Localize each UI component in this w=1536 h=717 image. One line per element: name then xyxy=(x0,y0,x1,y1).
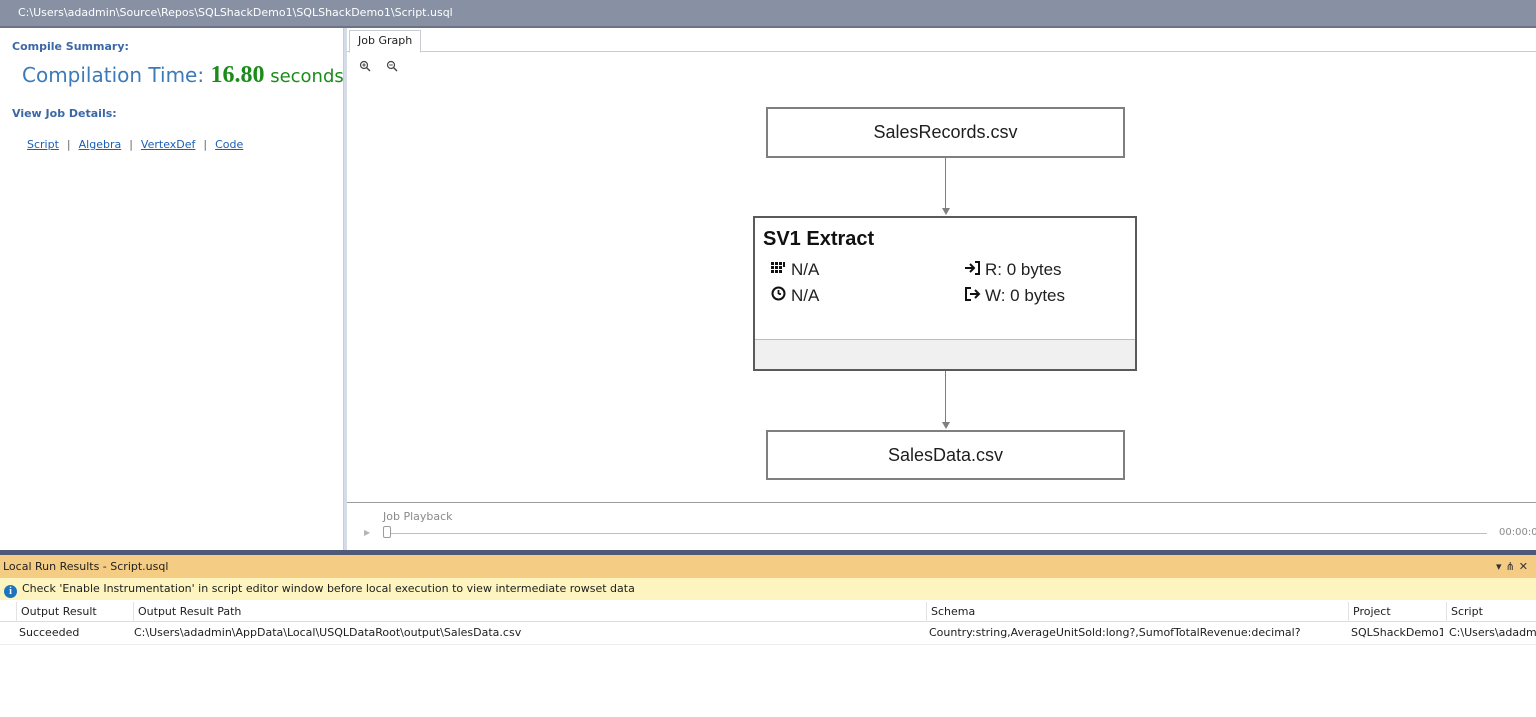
cell-script: C:\Users\adadmin xyxy=(1449,626,1536,639)
table-row[interactable]: Succeeded C:\Users\adadmin\AppData\Local… xyxy=(0,623,1536,643)
edge-arrowhead xyxy=(942,208,950,215)
panel-controls: ▾⋔✕ xyxy=(1496,555,1532,578)
clock-icon xyxy=(771,286,791,305)
window-title-path: C:\Users\adadmin\Source\Repos\SQLShackDe… xyxy=(0,0,1536,28)
job-playback-label: Job Playback xyxy=(383,510,453,523)
stage-progress-footer xyxy=(755,339,1135,369)
sign-out-icon xyxy=(965,287,985,305)
cell-output-result: Succeeded xyxy=(19,626,80,639)
pin-icon[interactable]: ⋔ xyxy=(1506,560,1519,573)
job-details-links: Script | Algebra | VertexDef | Code xyxy=(27,138,243,151)
view-job-details-label: View Job Details: xyxy=(12,107,117,120)
info-icon: i xyxy=(4,585,17,598)
play-icon[interactable]: ▶ xyxy=(364,528,370,537)
output-node-salesdata[interactable]: SalesData.csv xyxy=(766,430,1125,480)
edge-arrowhead xyxy=(942,422,950,429)
compile-summary-pane: Compile Summary: Compilation Time: 16.80… xyxy=(0,28,344,550)
close-icon[interactable]: ✕ xyxy=(1519,560,1532,573)
sign-in-icon xyxy=(965,261,985,279)
vertices-value: N/A xyxy=(791,260,820,279)
dropdown-icon[interactable]: ▾ xyxy=(1496,560,1506,573)
write-value: W: 0 bytes xyxy=(985,286,1065,305)
col-output-result-path[interactable]: Output Result Path xyxy=(133,602,923,622)
stage-read: R: 0 bytes xyxy=(965,260,1062,280)
cell-output-path[interactable]: C:\Users\adadmin\AppData\Local\USQLDataR… xyxy=(130,623,920,643)
stage-title: SV1 Extract xyxy=(763,228,875,250)
algebra-link[interactable]: Algebra xyxy=(79,138,122,151)
zoom-out-icon[interactable] xyxy=(384,60,400,76)
tab-strip: Job Graph xyxy=(347,28,1536,53)
stage-node-sv1-extract[interactable]: SV1 Extract N/A N/A R: 0 bytes W: 0 byte… xyxy=(753,216,1137,371)
link-separator: | xyxy=(66,138,71,151)
info-message: Check 'Enable Instrumentation' in script… xyxy=(22,582,635,595)
link-separator: | xyxy=(203,138,208,151)
read-value: R: 0 bytes xyxy=(985,260,1062,279)
edge-input-to-extract xyxy=(945,158,946,208)
job-graph-pane: Job Graph SalesRecords.csv SV1 Extract N… xyxy=(347,28,1536,550)
tab-job-graph[interactable]: Job Graph xyxy=(349,30,422,53)
playback-slider-thumb[interactable] xyxy=(383,526,391,538)
zoom-in-icon[interactable] xyxy=(357,60,373,76)
playback-time: 00:00:00 xyxy=(1499,527,1536,538)
compile-summary-label: Compile Summary: xyxy=(12,40,129,53)
script-link[interactable]: Script xyxy=(27,138,59,151)
input-node-salesrecords[interactable]: SalesRecords.csv xyxy=(766,107,1125,158)
vertexdef-link[interactable]: VertexDef xyxy=(141,138,195,151)
cell-schema: Country:string,AverageUnitSold:long?,Sum… xyxy=(929,626,1301,639)
compilation-time: Compilation Time: 16.80 seconds xyxy=(22,62,344,89)
time-value: N/A xyxy=(791,286,820,305)
cell-project: SQLShackDemo1 xyxy=(1351,626,1443,639)
compilation-time-label: Compilation Time: xyxy=(22,63,211,87)
compilation-time-unit: seconds xyxy=(264,66,344,87)
col-schema[interactable]: Schema xyxy=(926,602,1346,622)
link-separator: | xyxy=(129,138,133,151)
stage-vertices: N/A xyxy=(771,260,819,280)
stage-time: N/A xyxy=(771,286,819,306)
edge-extract-to-output xyxy=(945,371,946,422)
results-empty-area xyxy=(0,644,1536,717)
code-link[interactable]: Code xyxy=(215,138,243,151)
stage-write: W: 0 bytes xyxy=(965,286,1065,306)
compilation-time-value: 16.80 xyxy=(210,62,265,88)
instrumentation-info-bar: i Check 'Enable Instrumentation' in scrip… xyxy=(0,578,1536,600)
vertices-grid-icon xyxy=(771,261,791,279)
col-output-result[interactable]: Output Result xyxy=(16,602,128,622)
job-playback-bar: Job Playback ▶ 00:00:00 xyxy=(347,502,1536,550)
local-run-results-header: Local Run Results - Script.usql ▾⋔✕ xyxy=(0,555,1536,578)
col-script[interactable]: Script xyxy=(1446,602,1536,622)
results-header-row: Output Result Output Result Path Schema … xyxy=(0,602,1536,622)
playback-track[interactable] xyxy=(387,533,1487,534)
col-project[interactable]: Project xyxy=(1348,602,1444,622)
panel-title: Local Run Results - Script.usql xyxy=(3,560,169,573)
